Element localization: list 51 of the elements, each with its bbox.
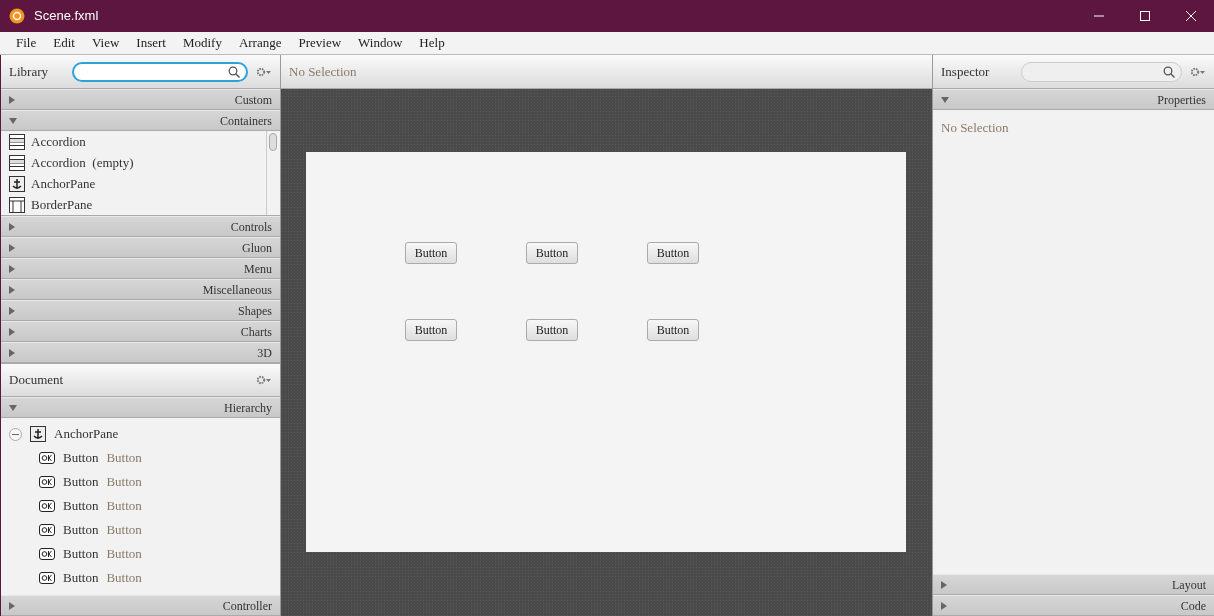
- menu-item[interactable]: Insert: [128, 33, 175, 53]
- canvas-button[interactable]: Button: [647, 242, 699, 264]
- tree-node-label[interactable]: Button: [63, 448, 99, 468]
- menu-item[interactable]: Modify: [174, 33, 231, 53]
- tree-node-label[interactable]: AnchorPane: [54, 424, 119, 444]
- collapsed-section-header[interactable]: Shapes: [238, 301, 272, 320]
- tree-node-label[interactable]: Button: [63, 472, 99, 492]
- collapsed-section-header[interactable]: Controller: [222, 596, 272, 615]
- collapsed-section-header[interactable]: Controls: [230, 217, 272, 236]
- expanded-section-header[interactable]: Properties: [1157, 90, 1206, 109]
- panel-title: Library: [9, 62, 48, 81]
- menu-item[interactable]: File: [8, 33, 46, 53]
- tree-node-text: Button: [106, 497, 142, 516]
- collapsed-section-header[interactable]: Gluon: [242, 238, 272, 257]
- library-item[interactable]: BorderPane: [31, 194, 93, 215]
- expanded-section-header[interactable]: Hierarchy: [224, 398, 272, 417]
- tree-node-label[interactable]: Button: [63, 520, 99, 540]
- tree-node-text: Button: [106, 473, 142, 492]
- expanded-section-header[interactable]: Containers: [220, 111, 272, 130]
- menu-item[interactable]: Window: [350, 33, 412, 53]
- collapsed-section-header[interactable]: 3D: [257, 343, 272, 362]
- status-text: No Selection: [941, 120, 1009, 135]
- menu-item[interactable]: View: [83, 33, 129, 53]
- canvas-button[interactable]: Button: [526, 319, 578, 341]
- tree-node-text: Button: [106, 521, 142, 540]
- menu-item[interactable]: Preview: [290, 33, 351, 53]
- library-item[interactable]: AnchorPane: [31, 173, 96, 194]
- collapsed-section-header[interactable]: Menu: [244, 259, 272, 278]
- collapsed-section-header[interactable]: Custom: [234, 90, 272, 109]
- library-item[interactable]: Accordion (empty): [31, 152, 134, 173]
- menu-item[interactable]: Help: [411, 33, 454, 53]
- status-text: No Selection: [289, 62, 357, 81]
- tree-node-label[interactable]: Button: [63, 568, 99, 588]
- canvas-button[interactable]: Button: [405, 242, 457, 264]
- collapsed-section-header[interactable]: Charts: [240, 322, 272, 341]
- tree-node-text: Button: [106, 545, 142, 564]
- canvas-button[interactable]: Button: [647, 319, 699, 341]
- tree-node-label[interactable]: Button: [63, 544, 99, 564]
- menu-item[interactable]: Edit: [45, 33, 84, 53]
- window-title: Scene.fxml: [34, 7, 100, 26]
- tree-node-text: Button: [106, 569, 142, 588]
- tree-node-label[interactable]: Button: [63, 496, 99, 516]
- menu-item[interactable]: Arrange: [230, 33, 291, 53]
- panel-title: Inspector: [941, 62, 990, 81]
- collapsed-section-header[interactable]: Layout: [1172, 575, 1206, 594]
- library-item[interactable]: Accordion: [31, 131, 86, 152]
- canvas-button[interactable]: Button: [526, 242, 578, 264]
- panel-title: Document: [9, 371, 64, 390]
- tree-node-text: Button: [106, 449, 142, 468]
- canvas-button[interactable]: Button: [405, 319, 457, 341]
- collapsed-section-header[interactable]: Code: [1180, 596, 1206, 615]
